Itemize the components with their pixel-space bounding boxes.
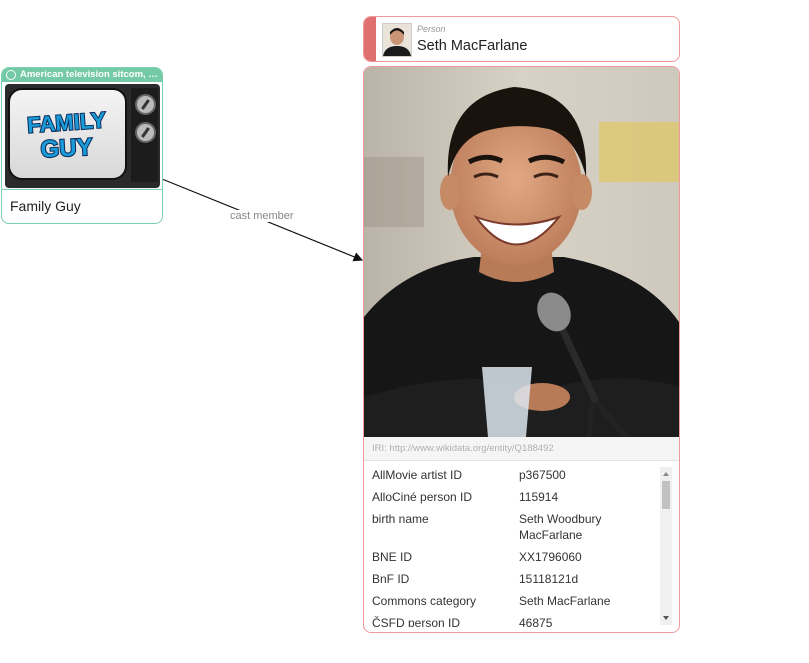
edge-label[interactable]: cast member [229, 210, 295, 222]
tv-knob-icon [135, 122, 156, 143]
property-value: 115914 [519, 490, 559, 504]
property-key: Commons category [372, 594, 477, 608]
property-value: 46875 [519, 616, 553, 627]
property-row: birth name Seth Woodbury MacFarlane [364, 509, 661, 547]
property-key: BnF ID [372, 572, 410, 586]
property-value: XX1796060 [519, 550, 582, 564]
property-key: AllMovie artist ID [372, 468, 463, 482]
property-row: Commons category Seth MacFarlane [364, 591, 661, 613]
property-key: AlloCiné person ID [372, 490, 473, 504]
property-value: Seth MacFarlane [519, 594, 611, 608]
family-guy-logo: FAMILY GUY [25, 106, 108, 164]
entity-iri: IRI: http://www.wikidata.org/entity/Q188… [364, 437, 679, 461]
property-list[interactable]: AllMovie artist ID p367500 AlloCiné pers… [364, 465, 661, 627]
property-row: ČSFD person ID 46875 [364, 613, 661, 627]
scrollbar-thumb[interactable] [662, 481, 670, 509]
property-value: 15118121d [519, 572, 579, 586]
node-accent-bar [364, 17, 376, 61]
node-title: Family Guy [2, 189, 162, 222]
triangle-down-icon[interactable] [663, 616, 669, 620]
entity-node-family-guy[interactable]: American television sitcom, a… FAMILY GU… [1, 67, 163, 224]
property-row: AlloCiné person ID 115914 [364, 487, 661, 509]
property-row: AllMovie artist ID p367500 [364, 465, 661, 487]
property-key: ČSFD person ID [372, 616, 461, 627]
property-key: BNE ID [372, 550, 413, 564]
property-key: birth name [372, 512, 429, 526]
logo-text-guy: GUY [40, 134, 93, 164]
person-thumbnail [382, 23, 412, 57]
tv-knob-icon [135, 94, 156, 115]
property-value: p367500 [519, 468, 566, 482]
property-scrollbar[interactable] [660, 467, 672, 625]
family-guy-logo-image: FAMILY GUY [5, 84, 160, 188]
node-type-bar: American television sitcom, a… [2, 68, 162, 82]
triangle-up-icon[interactable] [663, 472, 669, 476]
entity-node-header-seth-macfarlane[interactable]: Person Seth MacFarlane [363, 16, 680, 62]
property-row: BnF ID 15118121d [364, 569, 661, 591]
node-title: Seth MacFarlane [417, 38, 528, 54]
node-type-label: American television sitcom, a… [20, 69, 162, 80]
circle-icon [6, 70, 16, 80]
person-photo [364, 67, 679, 437]
node-type-label: Person [417, 24, 446, 34]
logo-text-family: FAMILY [26, 107, 107, 137]
entity-node-body-seth-macfarlane[interactable]: IRI: http://www.wikidata.org/entity/Q188… [363, 66, 680, 633]
property-row: BNE ID XX1796060 [364, 547, 661, 569]
property-value: Seth Woodbury MacFarlane [519, 512, 602, 542]
